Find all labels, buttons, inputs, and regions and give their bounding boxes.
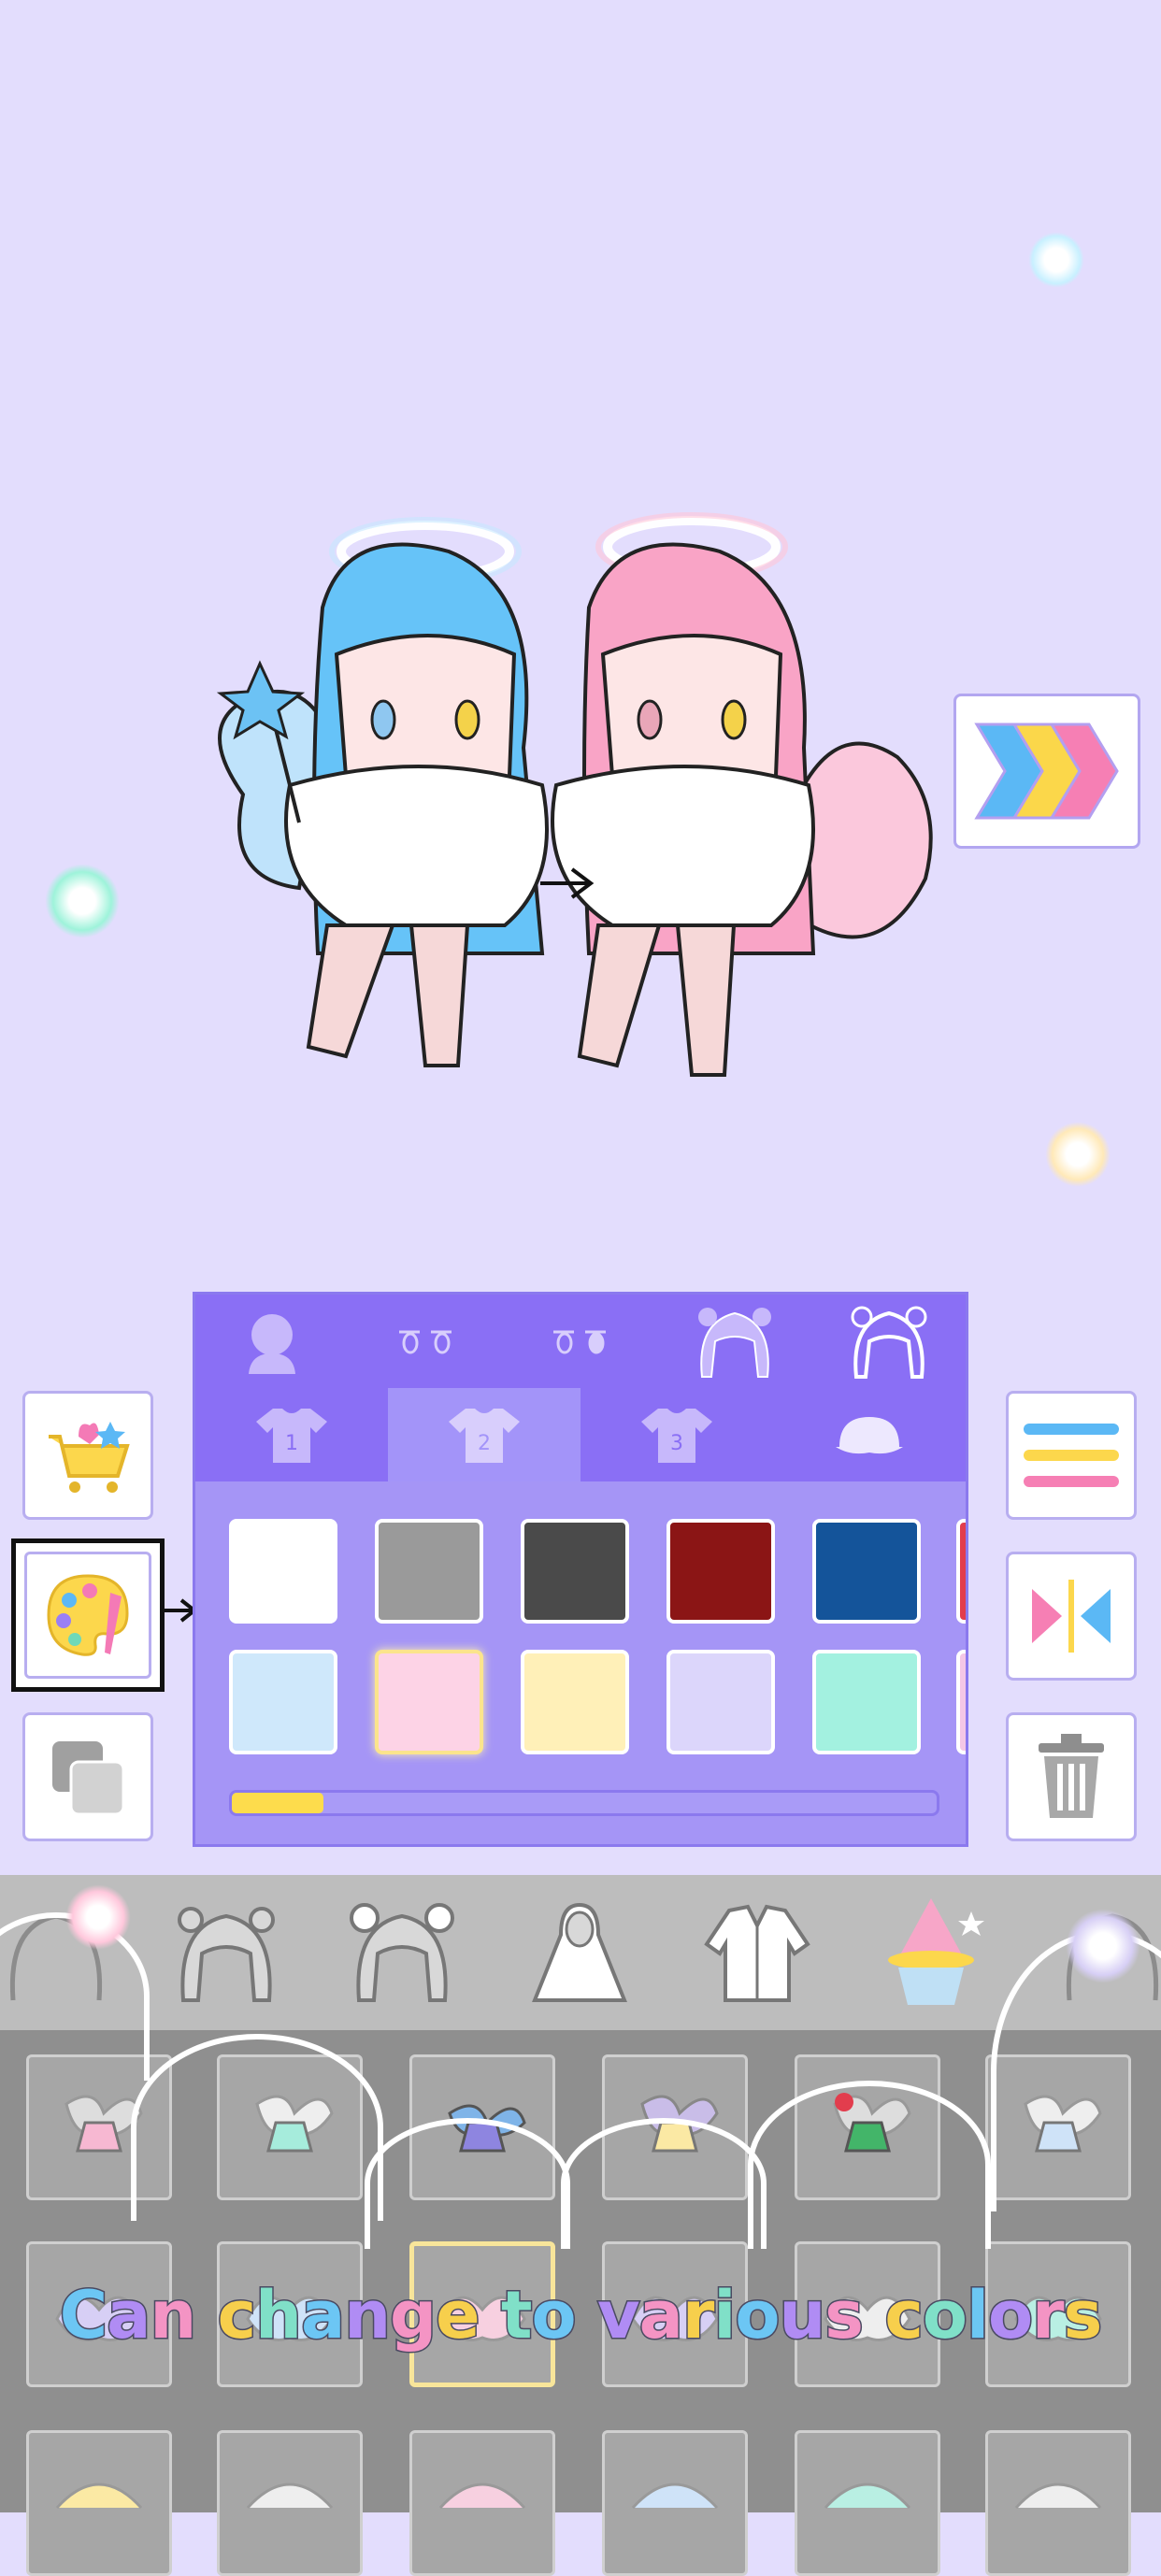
color-swatch[interactable]: [375, 1519, 483, 1624]
flip-button[interactable]: [1006, 1552, 1137, 1681]
eyes-alt-icon: [552, 1330, 606, 1354]
tab-shirt-3[interactable]: 3: [580, 1388, 773, 1481]
hair-accessory-icon: [246, 2483, 334, 2510]
magic-hat-icon: [888, 1898, 984, 2005]
jacket-icon: [704, 1904, 810, 2002]
tab-cap[interactable]: [773, 1388, 966, 1481]
layers-icon: [52, 1741, 125, 1816]
sparkle-icon: [1045, 1122, 1111, 1187]
svg-text:3: 3: [670, 1432, 683, 1455]
menu-button[interactable]: [1006, 1391, 1137, 1520]
color-panel: 1 2 3: [193, 1292, 968, 1847]
hair-back-icon: [851, 1306, 927, 1379]
palette-icon: [47, 1574, 129, 1656]
item-tile[interactable]: [602, 2430, 748, 2576]
mirror-icon: [1032, 1580, 1111, 1653]
item-tray: [0, 1875, 1161, 2576]
shirt-icon: 3: [641, 1409, 712, 1463]
triple-chevron-right-icon: [974, 723, 1119, 820]
twintails-icon: [178, 1907, 275, 2002]
sparkle-icon: [45, 864, 120, 938]
characters-illustration: [216, 512, 933, 1077]
shirt-icon: 2: [449, 1409, 520, 1463]
shop-button[interactable]: [22, 1391, 153, 1520]
part-category-row: [195, 1295, 966, 1388]
item-tile[interactable]: [409, 2430, 555, 2576]
hair-accessory-icon: [824, 2483, 911, 2510]
cloud-decoration: [561, 2118, 767, 2249]
shopping-cart-icon: [49, 1422, 130, 1493]
color-swatch[interactable]: [812, 1519, 921, 1624]
color-swatch[interactable]: [229, 1650, 337, 1754]
color-swatch[interactable]: [956, 1519, 966, 1624]
hair-accessory-icon: [55, 2483, 143, 2510]
angel-pink-figure: [551, 512, 933, 1077]
delete-button[interactable]: [1006, 1712, 1137, 1841]
colored-lines-icon: [1024, 1424, 1119, 1487]
hoodie-icon: [532, 1902, 627, 2002]
color-swatch[interactable]: [521, 1519, 629, 1624]
trash-icon: [1039, 1734, 1104, 1818]
character-stage: [0, 0, 1161, 1290]
item-tile[interactable]: [985, 2430, 1131, 2576]
color-swatch[interactable]: [956, 1650, 966, 1754]
sparkle-icon: [1066, 1909, 1140, 1983]
swatch-scrollbar-thumb[interactable]: [232, 1793, 324, 1813]
category-skin[interactable]: [195, 1295, 350, 1388]
caption-text: Can change to various colors: [58, 2276, 1103, 2355]
color-swatch-selected[interactable]: [375, 1650, 483, 1754]
item-tile[interactable]: [26, 2430, 172, 2576]
next-button[interactable]: [953, 694, 1140, 849]
palette-button[interactable]: [11, 1538, 165, 1692]
shirt-icon: 1: [256, 1409, 327, 1463]
color-swatch[interactable]: [666, 1650, 775, 1754]
category-eyes[interactable]: [350, 1295, 504, 1388]
svg-text:1: 1: [285, 1432, 298, 1455]
tab-shirt-1[interactable]: 1: [195, 1388, 388, 1481]
category-hair-back[interactable]: [811, 1295, 966, 1388]
hair-accessory-icon: [631, 2483, 719, 2510]
category-eyes-alt[interactable]: [504, 1295, 658, 1388]
layers-button[interactable]: [22, 1712, 153, 1841]
hair-accessory-icon: [438, 2483, 526, 2510]
strip-bun-hair[interactable]: [337, 1888, 467, 2019]
color-swatch[interactable]: [229, 1519, 337, 1624]
color-swatch[interactable]: [666, 1519, 775, 1624]
tab-shirt-2[interactable]: 2: [388, 1388, 580, 1481]
category-hair-front[interactable]: [657, 1295, 811, 1388]
color-swatch[interactable]: [812, 1650, 921, 1754]
sparkle-icon: [65, 1884, 131, 1950]
angel-blue-figure: [216, 517, 549, 1067]
cloud-decoration: [131, 2034, 383, 2221]
skin-icon: [249, 1314, 296, 1374]
eyes-icon: [399, 1330, 452, 1354]
color-swatch[interactable]: [521, 1650, 629, 1754]
cap-icon: [836, 1417, 903, 1454]
swatch-scrollbar[interactable]: [229, 1790, 939, 1816]
svg-text:2: 2: [478, 1432, 491, 1455]
item-tile[interactable]: [217, 2430, 363, 2576]
clothing-tab-row: 1 2 3: [195, 1388, 966, 1481]
hair-accessory-icon: [1014, 2483, 1102, 2510]
strip-jacket[interactable]: [692, 1888, 823, 2019]
cloud-decoration: [365, 2118, 570, 2249]
strip-magic-hat[interactable]: [866, 1888, 996, 2019]
promo-caption: Can change to various colors: [0, 2276, 1161, 2355]
bun-hair-icon: [350, 1903, 454, 2002]
strip-hoodie[interactable]: [514, 1888, 645, 2019]
item-tile[interactable]: [795, 2430, 940, 2576]
sparkle-icon: [1028, 232, 1084, 288]
cloud-decoration: [748, 2081, 991, 2249]
strip-twintails[interactable]: [161, 1888, 292, 2019]
item-category-strip: [0, 1875, 1161, 2030]
hair-front-icon: [697, 1308, 771, 1378]
